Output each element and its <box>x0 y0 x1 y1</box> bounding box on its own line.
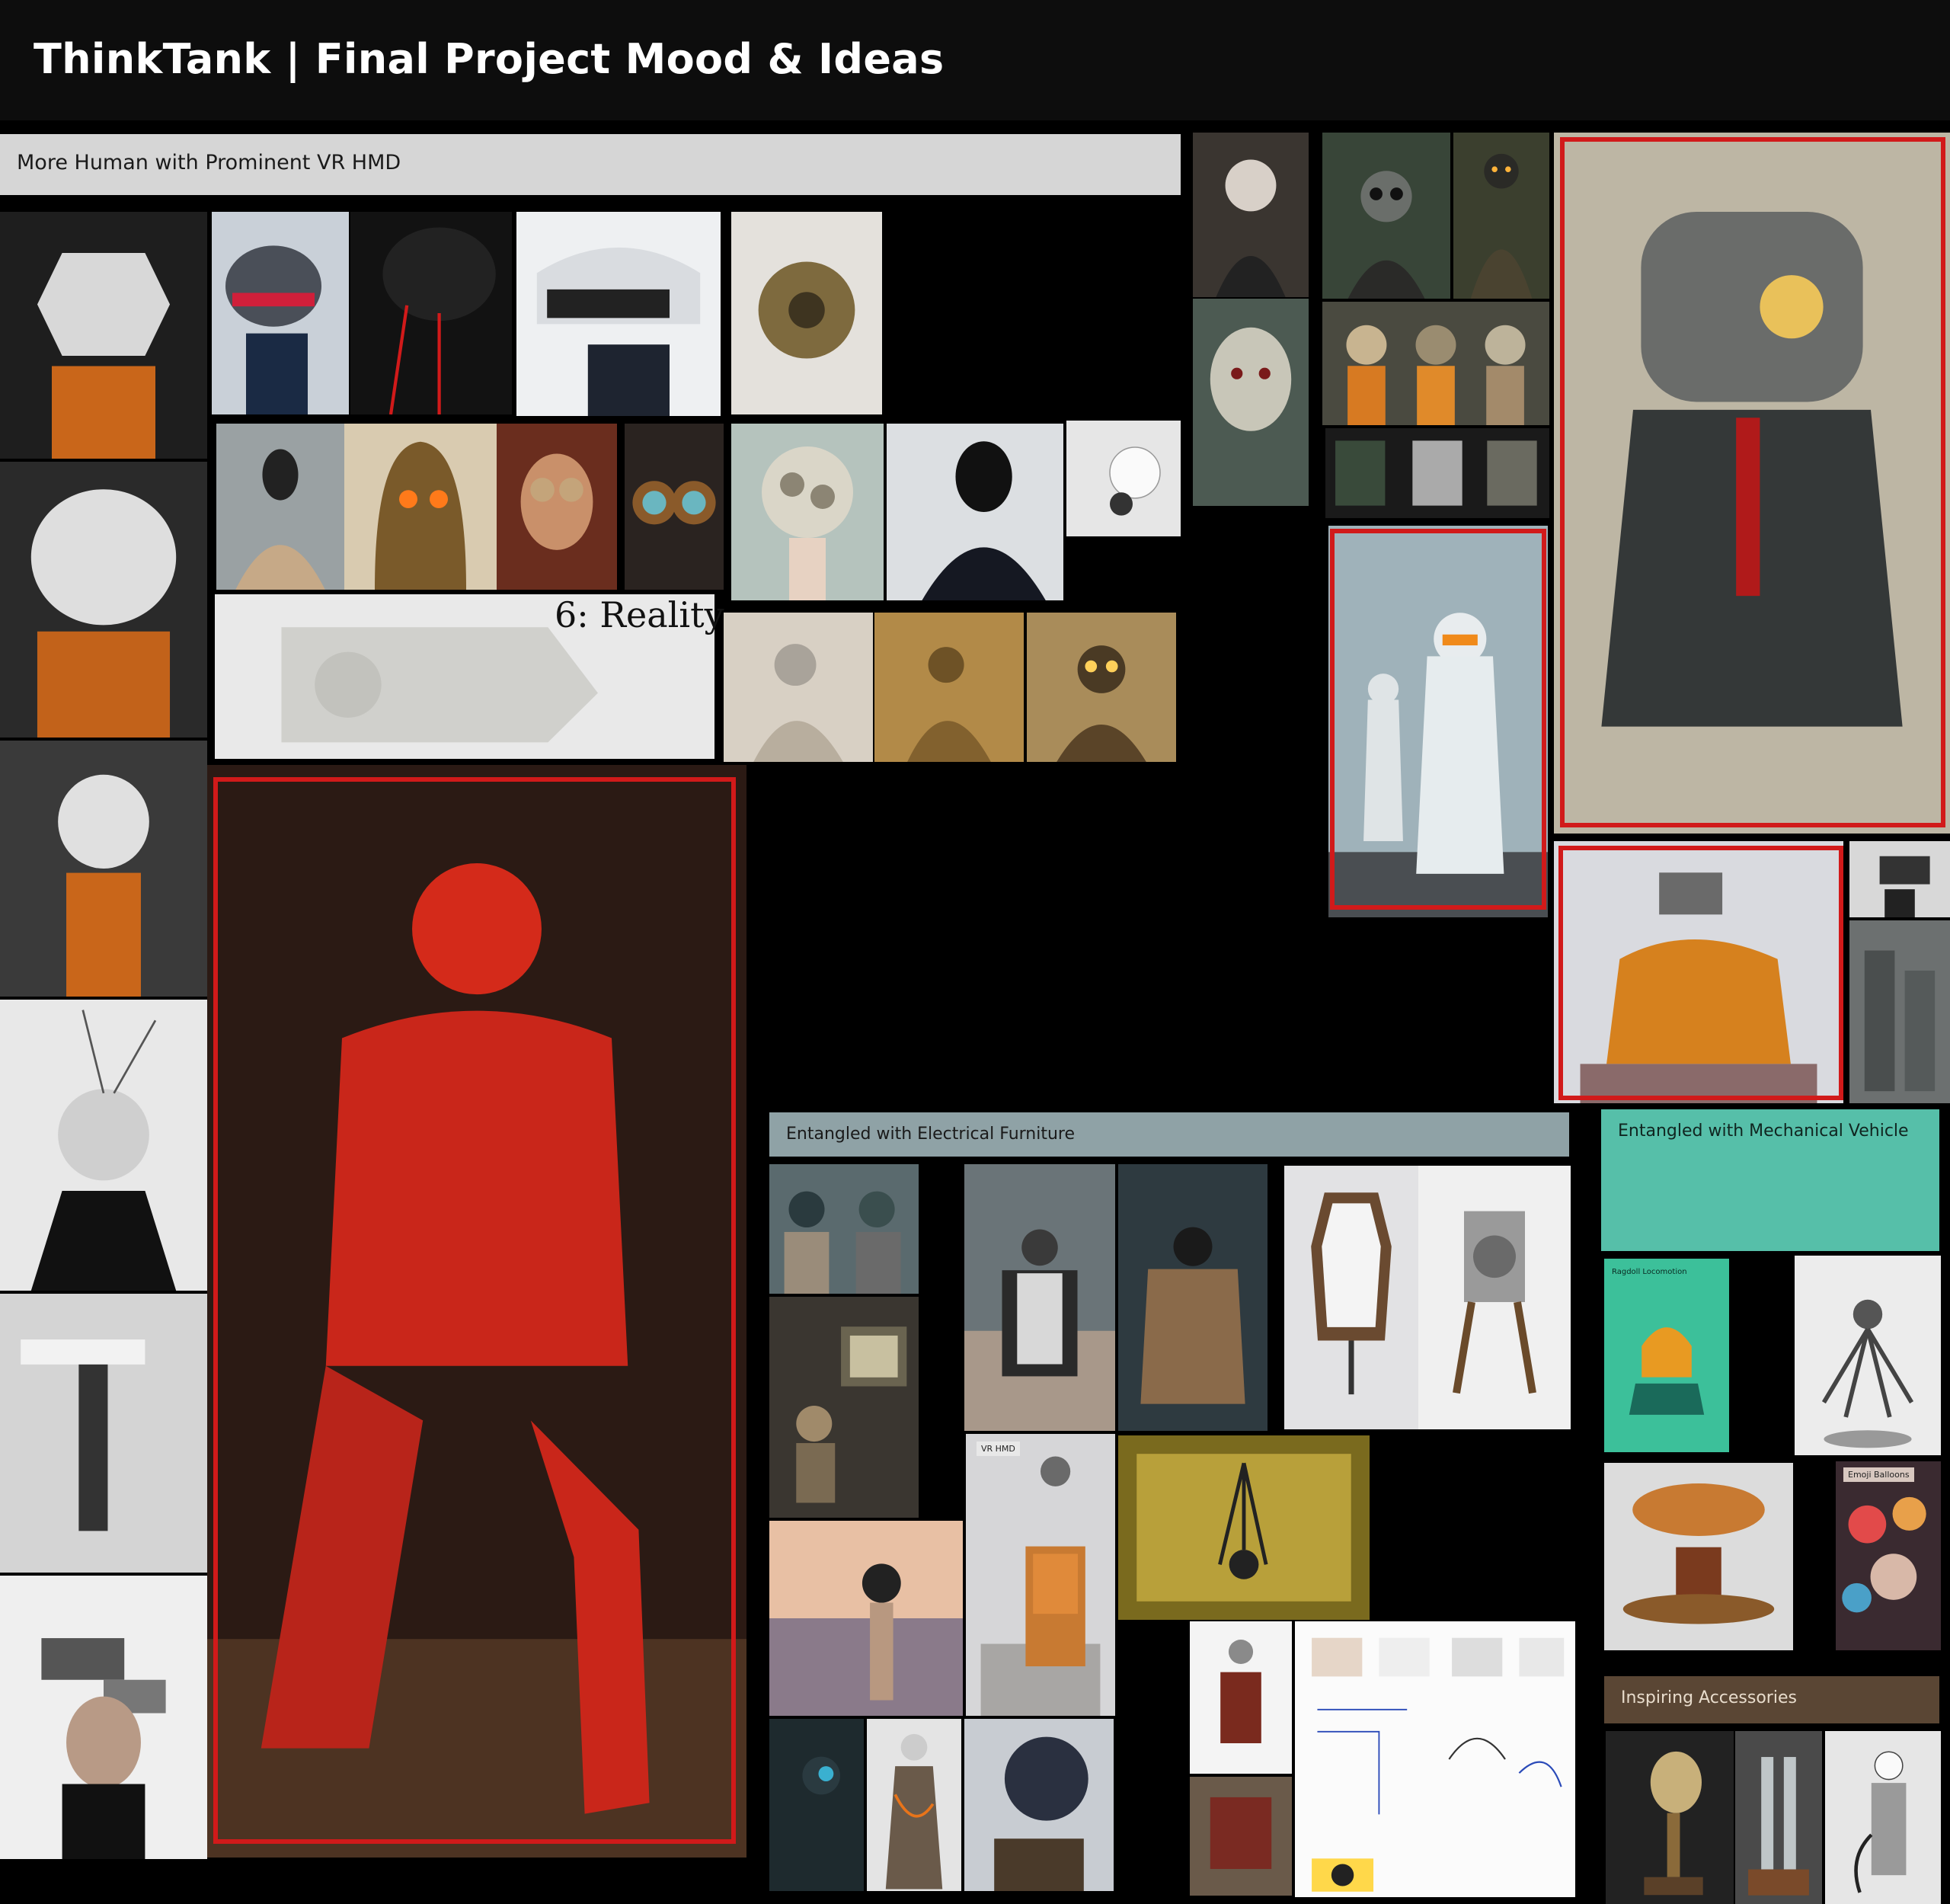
image-orange-suit-polyhedron-helmet[interactable] <box>0 212 207 459</box>
image-android-tangled-wires[interactable] <box>867 1719 961 1891</box>
image-golden-cables-room[interactable] <box>1118 1435 1370 1620</box>
reality-caption: 6: Reality <box>555 594 724 635</box>
board-title: ThinkTank | Final Project Mood & Ideas <box>34 35 945 83</box>
section-header-accessories: Inspiring Accessories <box>1604 1676 1939 1723</box>
section-label-accessories: Inspiring Accessories <box>1621 1688 1797 1707</box>
image-brass-diving-helmet[interactable] <box>731 212 882 414</box>
image-red-velvet-chair[interactable] <box>1190 1777 1292 1896</box>
image-chair-concept-sketches[interactable] <box>1295 1621 1575 1897</box>
image-mechanical-chair-walker[interactable] <box>1418 1166 1571 1429</box>
image-white-robot-headphones[interactable] <box>1066 421 1181 536</box>
image-desert-glowing-eyes-figure[interactable] <box>1027 613 1176 762</box>
section-header-vr-hmd: More Human with Prominent VR HMD <box>0 134 1181 195</box>
image-sunset-cable-figure[interactable] <box>769 1521 963 1716</box>
image-gauge-apparatus[interactable] <box>1825 1731 1941 1904</box>
image-black-helmet-red-cables[interactable] <box>350 212 512 414</box>
ragdoll-tag: Ragdoll Locomotion <box>1612 1268 1687 1276</box>
image-vintage-lamp[interactable] <box>1606 1731 1734 1904</box>
image-hooded-robot-green[interactable] <box>1322 133 1450 299</box>
image-steampunk-airship-chair[interactable] <box>1604 1463 1793 1650</box>
image-astronaut-robots-orange[interactable] <box>1322 302 1549 425</box>
image-emoji-balloons[interactable] <box>1836 1461 1941 1650</box>
image-ragdoll-locomotion[interactable] <box>1604 1259 1729 1452</box>
image-spider-robot-sculpture[interactable] <box>1795 1256 1941 1455</box>
image-brass-goggles[interactable] <box>625 424 724 590</box>
image-steampunk-goggles-man[interactable] <box>497 424 617 590</box>
image-white-vr-headset[interactable] <box>516 212 721 416</box>
section-header-electrical-furniture: Entangled with Electrical Furniture <box>769 1112 1569 1157</box>
image-ornate-cream-helmet[interactable] <box>731 424 884 600</box>
image-robot-statues[interactable] <box>1849 920 1950 1103</box>
image-dental-chair-sketch[interactable] <box>1190 1621 1292 1774</box>
image-tube-headgear-bw[interactable] <box>0 1294 207 1573</box>
image-tv-cables-child[interactable] <box>769 1297 919 1518</box>
image-hooded-orange-eyes[interactable] <box>344 424 497 590</box>
image-wire-nest-figure[interactable] <box>964 1719 1114 1891</box>
image-desert-hooded-figure-white[interactable] <box>724 613 873 762</box>
section-label-mechanical-vehicle: Entangled with Mechanical Vehicle <box>1618 1122 1909 1141</box>
image-black-glossy-head-hood[interactable] <box>887 424 1063 600</box>
section-label-vr-hmd: More Human with Prominent VR HMD <box>17 151 401 174</box>
section-label-electrical-furniture: Entangled with Electrical Furniture <box>786 1125 1076 1144</box>
image-coffin-office-chair[interactable] <box>1284 1166 1418 1429</box>
image-glossy-visor-red[interactable] <box>212 212 349 414</box>
image-electroma-robots[interactable] <box>1325 428 1549 518</box>
image-vr-hmd-electric-chair[interactable] <box>966 1434 1115 1716</box>
image-helmet-back-view[interactable] <box>0 462 207 738</box>
emoji-balloons-tag: Emoji Balloons <box>1843 1467 1914 1482</box>
image-cyclops-robot-suit[interactable] <box>1554 133 1950 834</box>
image-cracked-face-hooded[interactable] <box>1193 133 1309 297</box>
image-fog-robed-robots[interactable] <box>1328 526 1548 917</box>
image-glass-tube-device[interactable] <box>1735 1731 1822 1904</box>
image-feathered-alien[interactable] <box>216 424 344 590</box>
image-pale-android-face[interactable] <box>1193 299 1309 506</box>
image-desert-gasmask-figure[interactable] <box>874 613 1024 762</box>
section-header-mechanical-vehicle: Entangled with Mechanical Vehicle <box>1601 1109 1939 1251</box>
image-floating-panels-head[interactable] <box>0 1576 207 1859</box>
image-antenna-ball-head[interactable] <box>0 1000 207 1291</box>
image-camera-head-suit[interactable] <box>1849 841 1950 917</box>
image-robed-figure-wired-chair[interactable] <box>1118 1164 1268 1431</box>
image-cable-head-robot[interactable] <box>769 1719 864 1891</box>
image-cloaked-robot-forest[interactable] <box>1453 133 1549 299</box>
image-camera-head-monk[interactable] <box>1554 841 1843 1103</box>
image-seated-gasmask-desert[interactable] <box>964 1164 1115 1431</box>
image-gasmask-duo[interactable] <box>769 1164 919 1294</box>
image-red-skeleton-seated[interactable] <box>207 765 746 1858</box>
vr-hmd-tag: VR HMD <box>977 1442 1020 1456</box>
image-helmet-side-view[interactable] <box>0 741 207 997</box>
